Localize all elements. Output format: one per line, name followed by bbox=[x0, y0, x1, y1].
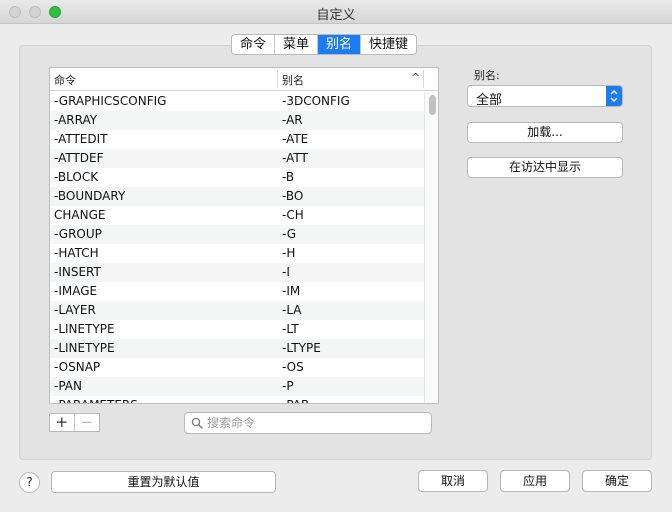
command-cell: -HATCH bbox=[54, 246, 99, 260]
tab-commands[interactable]: 命令 bbox=[232, 35, 276, 54]
table-row[interactable]: -PARAMETERS -PAR bbox=[50, 396, 424, 403]
table-row[interactable]: -PAN -P bbox=[50, 377, 424, 396]
command-cell: -ARRAY bbox=[54, 113, 98, 127]
reset-defaults-button[interactable]: 重置为默认值 bbox=[51, 471, 276, 493]
command-cell: -LINETYPE bbox=[54, 341, 115, 355]
alias-cell[interactable]: -IM bbox=[282, 282, 300, 301]
table-row[interactable]: -ATTEDIT -ATE bbox=[50, 130, 424, 149]
command-cell: -LAYER bbox=[54, 303, 96, 317]
tab-bar: 命令 菜单 别名 快捷键 bbox=[231, 34, 418, 55]
command-cell: -IMAGE bbox=[54, 284, 98, 298]
column-divider[interactable] bbox=[277, 70, 278, 88]
command-cell: CHANGE bbox=[54, 208, 106, 222]
column-header-command[interactable]: 命令 bbox=[54, 72, 76, 88]
command-cell: -BLOCK bbox=[54, 170, 99, 184]
command-cell: -ATTDEF bbox=[54, 151, 104, 165]
alias-cell[interactable]: -LA bbox=[282, 301, 302, 320]
alias-cell[interactable]: -P bbox=[282, 377, 294, 396]
cancel-button[interactable]: 取消 bbox=[418, 470, 488, 492]
alias-cell[interactable]: -B bbox=[282, 168, 294, 187]
scrollbar-thumb[interactable] bbox=[429, 95, 436, 115]
table-row[interactable]: -HATCH -H bbox=[50, 244, 424, 263]
apply-button[interactable]: 应用 bbox=[500, 470, 570, 492]
add-alias-button[interactable]: + bbox=[50, 414, 75, 431]
table-row[interactable]: CHANGE -CH bbox=[50, 206, 424, 225]
command-cell: -GRAPHICSCONFIG bbox=[54, 94, 167, 108]
help-button[interactable]: ? bbox=[19, 472, 40, 493]
remove-alias-button[interactable]: − bbox=[75, 414, 99, 431]
table-header: 命令 别名 ^ bbox=[50, 68, 438, 91]
table-row[interactable]: -LINETYPE -LT bbox=[50, 320, 424, 339]
alias-cell[interactable]: -I bbox=[282, 263, 290, 282]
search-input[interactable] bbox=[207, 415, 427, 431]
table-row[interactable]: -INSERT -I bbox=[50, 263, 424, 282]
table-row[interactable]: -BLOCK -B bbox=[50, 168, 424, 187]
alias-filter-select[interactable]: 全部 bbox=[467, 85, 623, 108]
command-cell: -PARAMETERS bbox=[54, 396, 138, 403]
vertical-scrollbar[interactable] bbox=[424, 92, 438, 403]
command-cell: -LINETYPE bbox=[54, 322, 115, 336]
table-row[interactable]: -ATTDEF -ATT bbox=[50, 149, 424, 168]
table-row[interactable]: -GRAPHICSCONFIG -3DCONFIG bbox=[50, 92, 424, 111]
table-row[interactable]: -IMAGE -IM bbox=[50, 282, 424, 301]
load-button[interactable]: 加载... bbox=[467, 122, 623, 143]
tab-menus[interactable]: 菜单 bbox=[275, 35, 319, 54]
table-row[interactable]: -LINETYPE -LTYPE bbox=[50, 339, 424, 358]
table-row[interactable]: -OSNAP -OS bbox=[50, 358, 424, 377]
alias-cell[interactable]: -ATT bbox=[282, 149, 308, 168]
alias-cell[interactable]: -ATE bbox=[282, 130, 308, 149]
show-in-finder-button[interactable]: 在访达中显示 bbox=[467, 157, 623, 178]
tab-shortcuts[interactable]: 快捷键 bbox=[361, 35, 416, 54]
alias-cell[interactable]: -H bbox=[282, 244, 295, 263]
search-field[interactable] bbox=[184, 412, 432, 434]
sort-ascending-icon: ^ bbox=[411, 71, 421, 84]
table-row[interactable]: -GROUP -G bbox=[50, 225, 424, 244]
alias-cell[interactable]: -BO bbox=[282, 187, 303, 206]
window-title: 自定义 bbox=[316, 8, 356, 23]
alias-cell[interactable]: -PAR bbox=[282, 396, 309, 403]
column-divider bbox=[423, 70, 424, 88]
search-icon bbox=[191, 417, 203, 429]
ok-button[interactable]: 确定 bbox=[582, 470, 652, 492]
table-body: -GRAPHICSCONFIG -3DCONFIG -ARRAY -AR -ATTEDI… bbox=[50, 92, 424, 403]
alias-filter-value: 全部 bbox=[476, 93, 503, 108]
command-cell: -BOUNDARY bbox=[54, 189, 126, 203]
column-header-alias[interactable]: 别名 bbox=[282, 72, 304, 88]
tab-aliases[interactable]: 别名 bbox=[318, 35, 362, 54]
table-row[interactable]: -BOUNDARY -BO bbox=[50, 187, 424, 206]
alias-table: 命令 别名 ^ -GRAPHICSCONFIG -3DCONFIG -ARRAY -A… bbox=[49, 67, 439, 404]
alias-cell[interactable]: -G bbox=[282, 225, 296, 244]
title-bar: 自定义 bbox=[0, 0, 672, 24]
command-cell: -GROUP bbox=[54, 227, 102, 241]
alias-filter-label: 别名: bbox=[474, 69, 500, 82]
alias-cell[interactable]: -3DCONFIG bbox=[282, 92, 350, 111]
command-cell: -PAN bbox=[54, 379, 82, 393]
command-cell: -ATTEDIT bbox=[54, 132, 108, 146]
updown-chevron-icon bbox=[606, 86, 622, 106]
command-cell: -INSERT bbox=[54, 265, 101, 279]
alias-cell[interactable]: -OS bbox=[282, 358, 304, 377]
table-row[interactable]: -ARRAY -AR bbox=[50, 111, 424, 130]
alias-cell[interactable]: -AR bbox=[282, 111, 303, 130]
alias-cell[interactable]: -CH bbox=[282, 206, 304, 225]
add-remove-control: + − bbox=[49, 413, 100, 432]
table-row[interactable]: -LAYER -LA bbox=[50, 301, 424, 320]
command-cell: -OSNAP bbox=[54, 360, 101, 374]
alias-cell[interactable]: -LT bbox=[282, 320, 299, 339]
alias-cell[interactable]: -LTYPE bbox=[282, 339, 321, 358]
